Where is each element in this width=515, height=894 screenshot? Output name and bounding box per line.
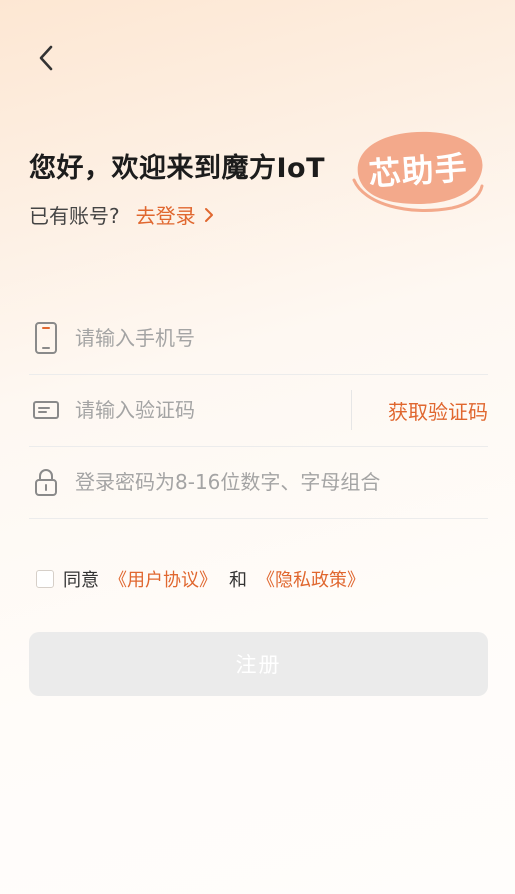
agreement-prefix: 同意 [63,570,99,591]
agreement-and: 和 [229,570,247,591]
password-field-row [29,446,488,519]
chevron-left-icon [39,45,53,71]
agreement-checkbox[interactable] [36,570,54,588]
field-divider [351,390,352,430]
login-row: 已有账号? 去登录 [29,200,214,229]
code-input[interactable] [75,390,351,430]
login-link-label: 去登录 [135,204,196,228]
brand-badge: 芯助手 [348,124,488,216]
code-field-row: 获取验证码 [29,374,488,447]
get-code-button[interactable]: 获取验证码 [388,396,488,425]
password-input[interactable] [75,462,488,502]
back-button[interactable] [28,40,64,76]
chevron-right-icon [204,207,213,222]
phone-input[interactable] [75,318,488,358]
privacy-policy-link[interactable]: 《隐私政策》 [257,566,365,592]
login-link[interactable]: 去登录 [136,200,214,229]
phone-icon [29,321,63,355]
page-title: 您好，欢迎来到魔方IoT [29,153,326,184]
register-button[interactable]: 注册 [29,632,488,696]
badge-text: 芯助手 [367,148,469,194]
lock-icon [29,467,63,497]
agreement-row: 同意 《用户协议》 和 《隐私政策》 [36,566,365,592]
message-card-icon [29,399,63,421]
login-prompt: 已有账号? [29,204,120,228]
user-agreement-link[interactable]: 《用户协议》 [109,566,217,592]
phone-field-row [29,302,488,375]
